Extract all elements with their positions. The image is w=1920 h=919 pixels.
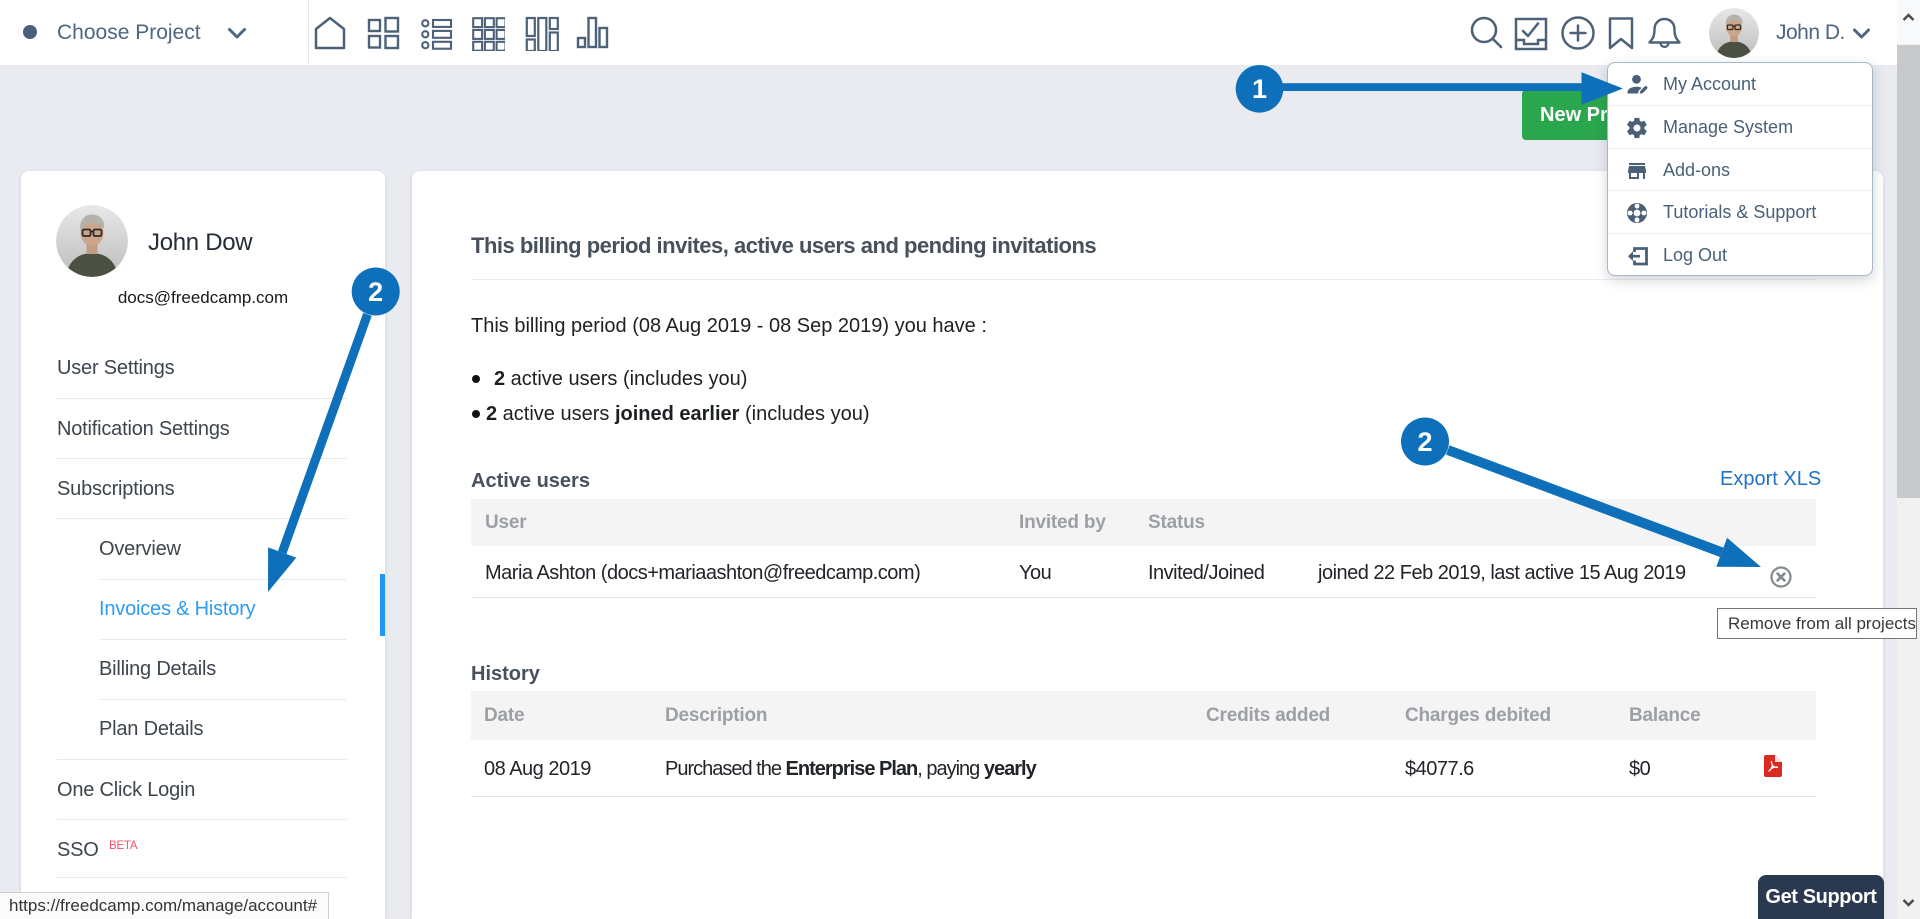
svg-text:1: 1 xyxy=(1252,74,1267,104)
